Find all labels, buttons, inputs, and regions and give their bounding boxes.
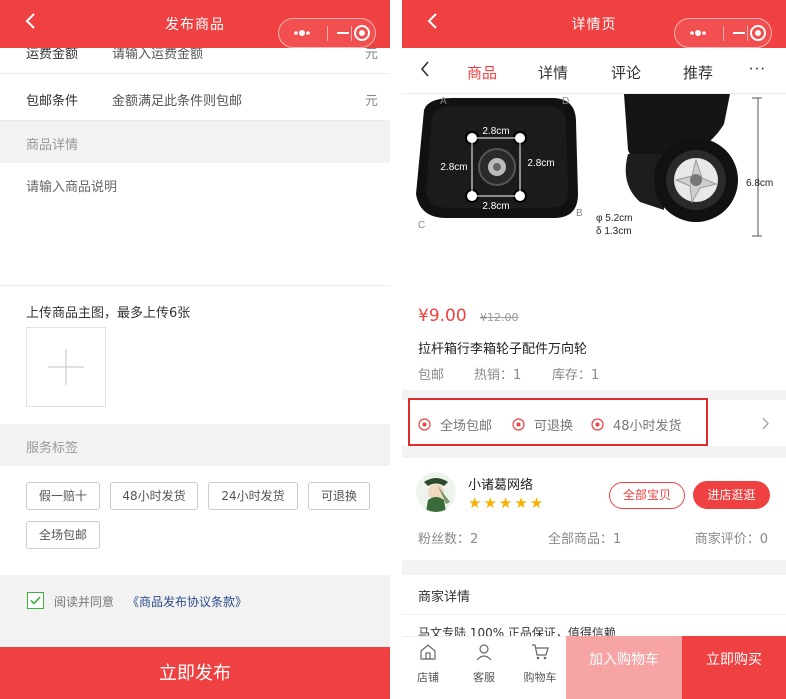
tag-returnable[interactable]: 可退换	[308, 482, 370, 510]
corner-a-label: A	[440, 96, 447, 107]
sales-count: 热销：1	[474, 368, 522, 383]
stock-count: 库存：1	[552, 368, 600, 383]
shop-avatar[interactable]	[416, 472, 456, 512]
dim-left-label: 2.8cm	[440, 162, 467, 173]
publish-button[interactable]: 立即发布	[0, 647, 390, 699]
free-shipping-row[interactable]: 包邮条件 金额满足此条件则包邮 元	[0, 75, 390, 121]
followers-count: 粉丝数：2	[418, 532, 479, 547]
all-products-count: 全部商品：1	[548, 532, 622, 547]
shop-rating-stars: ★★★★★	[468, 494, 546, 512]
upload-label: 上传商品主图，最多上传6张	[26, 306, 191, 321]
thickness-label: δ 1.3cm	[596, 226, 632, 237]
cart-icon	[532, 644, 549, 660]
shop-rating-count: 商家评价：0	[694, 532, 768, 547]
tag-free-shipping[interactable]: 全场包邮	[26, 521, 100, 549]
user-icon	[476, 644, 492, 661]
store-label: 店铺	[417, 671, 439, 684]
details-section-header: 商品详情	[0, 121, 390, 163]
product-price: ¥9.00	[418, 306, 467, 326]
close-target-icon[interactable]	[748, 23, 768, 43]
minimize-icon[interactable]	[730, 23, 748, 43]
close-target-icon[interactable]	[352, 23, 372, 43]
store-button[interactable]: 店铺	[408, 637, 448, 699]
tag-48h-ship[interactable]: 48小时发货	[110, 482, 198, 510]
corner-b-label: B	[576, 208, 583, 219]
chevron-left-icon[interactable]	[418, 58, 432, 80]
shop-logo-icon	[416, 472, 456, 512]
free-shipping-label: 包邮条件	[26, 94, 79, 109]
free-shipping-input[interactable]: 金额满足此条件则包邮	[112, 90, 242, 109]
cart-button[interactable]: 购物车	[518, 637, 562, 699]
more-icon[interactable]	[287, 22, 317, 44]
tab-details[interactable]: 详情	[538, 62, 568, 83]
all-items-button[interactable]: 全部宝贝	[609, 482, 685, 509]
service-header-label: 服务标签	[26, 441, 79, 456]
customer-service-button[interactable]: 客服	[464, 637, 504, 699]
visit-shop-button[interactable]: 进店逛逛	[693, 481, 770, 509]
more-menu-button[interactable]: ···	[749, 60, 766, 78]
original-price: ¥12.00	[480, 311, 519, 324]
publish-product-page: 发布商品 运费金额 请输入运费金额 元 发布商品	[0, 0, 390, 699]
mini-program-capsule	[674, 18, 772, 48]
product-image[interactable]: 2.8cm 2.8cm 2.8cm 2.8cm A D B C 6.8cm φ …	[402, 94, 786, 284]
corner-d-label: D	[562, 96, 569, 107]
cart-label: 购物车	[523, 671, 557, 684]
service-48h-ship: 48小时发货	[613, 419, 682, 434]
upload-image-button[interactable]	[26, 327, 106, 407]
description-textarea[interactable]: 请输入商品说明	[26, 176, 117, 195]
title-bar: 详情页	[402, 0, 786, 48]
service-free-shipping: 全场包邮	[440, 419, 493, 434]
diameter-label: φ 5.2cm	[596, 213, 633, 224]
divider	[402, 446, 786, 458]
service-badge-icon	[418, 418, 431, 431]
agree-text: 阅读并同意	[54, 595, 115, 609]
corner-c-label: C	[418, 220, 425, 231]
dim-bottom-label: 2.8cm	[482, 201, 509, 212]
service-badge-icon	[512, 418, 525, 431]
agreement-area: 阅读并同意 《商品发布协议条款》	[0, 575, 390, 647]
add-to-cart-button[interactable]: 加入购物车	[566, 636, 682, 699]
detail-tabs: 商品 详情 评论 推荐 ···	[402, 48, 786, 94]
service-label: 客服	[473, 671, 495, 684]
home-icon	[420, 644, 436, 660]
more-icon[interactable]	[683, 22, 713, 44]
check-icon	[30, 596, 41, 605]
product-name: 拉杆箱行李箱轮子配件万向轮	[418, 342, 588, 357]
wheel-height-label: 6.8cm	[746, 178, 773, 189]
shipping-info: 包邮	[418, 368, 445, 383]
service-returnable: 可退换	[534, 419, 574, 434]
shop-name: 小诸葛网络	[468, 478, 534, 493]
merchant-details-label: 商家详情	[418, 590, 471, 605]
tab-recommend[interactable]: 推荐	[683, 62, 713, 83]
agree-checkbox[interactable]	[27, 592, 44, 609]
buy-now-button[interactable]: 立即购买	[682, 636, 786, 699]
plus-icon	[48, 349, 84, 385]
dim-top-label: 2.8cm	[482, 126, 509, 137]
mini-program-capsule	[278, 18, 376, 48]
tab-product[interactable]: 商品	[467, 62, 497, 83]
tag-fake-compensation[interactable]: 假一赔十	[26, 482, 100, 510]
dim-right-label: 2.8cm	[527, 158, 554, 169]
product-detail-page: 详情页 商品 详情 评论 推荐 ··· 2.8cm 2.8cm 2.8cm 2.…	[402, 0, 786, 699]
divider	[402, 560, 786, 575]
service-section-header: 服务标签	[0, 424, 390, 466]
agreement-link[interactable]: 《商品发布协议条款》	[127, 593, 247, 610]
free-shipping-unit: 元	[364, 94, 378, 109]
details-header-label: 商品详情	[26, 138, 79, 153]
title-bar-overlay: 发布商品	[0, 0, 390, 48]
chevron-right-icon[interactable]	[761, 416, 770, 431]
merchant-details-header: 商家详情	[402, 575, 786, 615]
tag-24h-ship[interactable]: 24小时发货	[208, 482, 298, 510]
minimize-icon[interactable]	[334, 23, 352, 43]
service-badge-icon	[591, 418, 604, 431]
tab-reviews[interactable]: 评论	[611, 62, 641, 83]
